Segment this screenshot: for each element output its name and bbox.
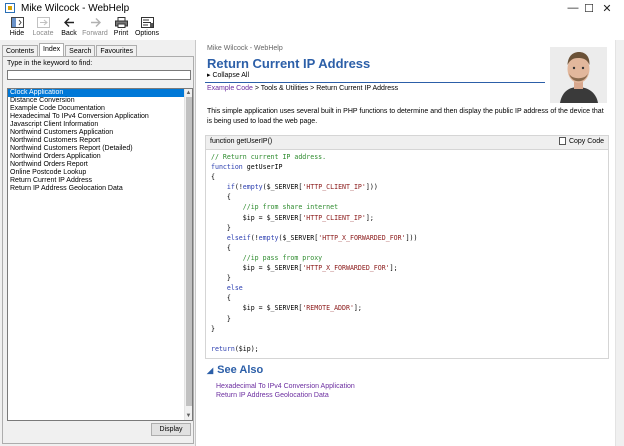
forward-arrow-icon (89, 16, 102, 29)
tab-index[interactable]: Index (39, 43, 65, 56)
page-title: Return Current IP Address (207, 56, 371, 71)
see-also-link-hex-ipv4[interactable]: Hexadecimal To IPv4 Conversion Applicati… (216, 382, 355, 391)
index-list-item[interactable]: Northwind Customers Report (8, 137, 192, 145)
scroll-down-arrow-icon[interactable]: ▼ (185, 412, 192, 420)
index-list-item[interactable]: Northwind Customers Report (Detailed) (8, 145, 192, 153)
collapse-all-label: Collapse All (212, 72, 250, 79)
options-button[interactable]: Options (134, 16, 160, 40)
forward-label: Forward (82, 30, 108, 37)
header-divider (205, 82, 545, 83)
copy-code-label: Copy Code (568, 137, 604, 145)
back-button[interactable]: Back (56, 16, 82, 40)
tab-favourites[interactable]: Favourites (96, 45, 138, 56)
see-also-link-geolocation[interactable]: Return IP Address Geolocation Data (216, 391, 355, 400)
author-avatar (550, 47, 607, 103)
keyword-input[interactable] (7, 70, 191, 80)
topic-caption: Mike Wilcock - WebHelp (207, 45, 283, 52)
index-list-item[interactable]: Return IP Address Geolocation Data (8, 185, 192, 193)
code-line: { (211, 173, 215, 182)
code-title: function getUserIP() (210, 138, 273, 145)
code-line: //ip pass from proxy (211, 253, 323, 262)
see-also-heading[interactable]: ◢ See Also (207, 364, 263, 376)
index-list-item[interactable]: Javascript Client Information (8, 121, 192, 129)
index-list-item[interactable]: Northwind Customers Application (8, 129, 192, 137)
index-panel: Type in the keyword to find: Clock Appli… (2, 56, 194, 444)
code-line: // Return current IP address. (211, 153, 327, 161)
code-line: } (211, 324, 215, 333)
tab-contents[interactable]: Contents (2, 45, 39, 56)
forward-button[interactable]: Forward (82, 16, 108, 40)
index-list-item[interactable]: Clock Application (8, 89, 192, 97)
breadcrumb: Example Code > Tools & Utilities > Retur… (207, 85, 398, 92)
code-line: if(!empty($_SERVER['HTTP_CLIENT_IP'])) (226, 183, 378, 192)
collapse-all-link[interactable]: ▸ Collapse All (207, 71, 249, 79)
code-line: function getUserIP (211, 163, 283, 172)
toolbar: Hide Locate Back Forward Print Options (0, 16, 624, 40)
expand-triangle-icon: ◢ (207, 365, 214, 375)
display-button[interactable]: Display (151, 423, 191, 436)
webhelp-app-icon (5, 3, 15, 13)
code-body: // Return current IP address. function ge… (206, 150, 608, 354)
options-label: Options (134, 30, 160, 37)
code-block: function getUserIP() Copy Code // Return… (205, 135, 609, 359)
back-arrow-icon (63, 16, 76, 29)
printer-icon (114, 16, 128, 29)
copy-code-button[interactable]: Copy Code (558, 137, 604, 145)
index-list[interactable]: Clock Application Distance Conversion Exam… (7, 88, 193, 421)
window-title: Mike Wilcock - WebHelp (21, 2, 130, 14)
code-line: { (211, 243, 231, 252)
index-list-item[interactable]: Hexadecimal To IPv4 Conversion Applicati… (8, 113, 192, 121)
index-list-item[interactable]: Example Code Documentation (8, 105, 192, 113)
breadcrumb-link-example-code[interactable]: Example Code (207, 85, 253, 92)
options-icon (140, 16, 154, 29)
code-line: { (211, 193, 231, 202)
title-bar: Mike Wilcock - WebHelp (0, 0, 624, 16)
tab-search[interactable]: Search (65, 45, 96, 56)
index-list-item[interactable]: Return Current IP Address (8, 177, 192, 185)
close-button[interactable]: ✕ (590, 0, 624, 16)
code-line: elseif(!empty($_SERVER['HTTP_X_FORWARDED… (226, 233, 418, 242)
index-list-item[interactable]: Northwind Orders Report (8, 161, 192, 169)
topic-header: Mike Wilcock - WebHelp Return Current IP… (201, 40, 615, 104)
code-line: } (211, 314, 231, 323)
code-line: $ip = $_SERVER['HTTP_CLIENT_IP']; (211, 213, 374, 222)
index-list-scrollbar[interactable]: ▲ ▼ (184, 89, 192, 420)
print-label: Print (113, 30, 129, 37)
scroll-up-arrow-icon[interactable]: ▲ (185, 89, 192, 97)
see-also-links: Hexadecimal To IPv4 Conversion Applicati… (216, 382, 355, 400)
index-list-item[interactable]: Northwind Orders Application (8, 153, 192, 161)
scroll-thumb[interactable] (186, 97, 192, 406)
locate-label: Locate (32, 30, 54, 37)
hide-pane-icon (10, 16, 24, 29)
code-line: //ip from share internet (211, 203, 339, 212)
close-icon: ✕ (602, 2, 612, 15)
print-button[interactable]: Print (108, 16, 134, 40)
content-scrollbar[interactable] (615, 40, 624, 446)
code-header: function getUserIP() Copy Code (206, 136, 608, 150)
code-line: else (226, 284, 243, 293)
locate-button[interactable]: Locate (30, 16, 56, 40)
navigation-tabs: Contents Index Search Favourites (2, 43, 138, 56)
see-also-label: See Also (217, 364, 264, 376)
index-list-item[interactable]: Online Postcode Lookup (8, 169, 192, 177)
code-line: } (211, 223, 231, 232)
code-line: $ip = $_SERVER['HTTP_X_FORWARDED_FOR']; (211, 264, 398, 273)
code-line: $ip = $_SERVER['REMOTE_ADDR']; (211, 304, 362, 313)
code-line: return($ip); (211, 344, 259, 353)
code-line: } (211, 274, 231, 283)
navigation-pane: Contents Index Search Favourites Type in… (0, 40, 196, 446)
topic-description: This simple application uses several bui… (207, 108, 604, 125)
copy-icon (558, 137, 566, 145)
code-line: { (211, 294, 231, 303)
keyword-label: Type in the keyword to find: (7, 60, 93, 67)
index-items: Clock Application Distance Conversion Exam… (8, 89, 192, 193)
hide-button[interactable]: Hide (4, 16, 30, 40)
hide-label: Hide (9, 30, 25, 37)
locate-icon (36, 16, 50, 29)
topic-content: Mike Wilcock - WebHelp Return Current IP… (201, 40, 615, 446)
back-label: Back (61, 30, 77, 37)
breadcrumb-trail: > Tools & Utilities > Return Current IP … (252, 85, 399, 92)
index-list-item[interactable]: Distance Conversion (8, 97, 192, 105)
